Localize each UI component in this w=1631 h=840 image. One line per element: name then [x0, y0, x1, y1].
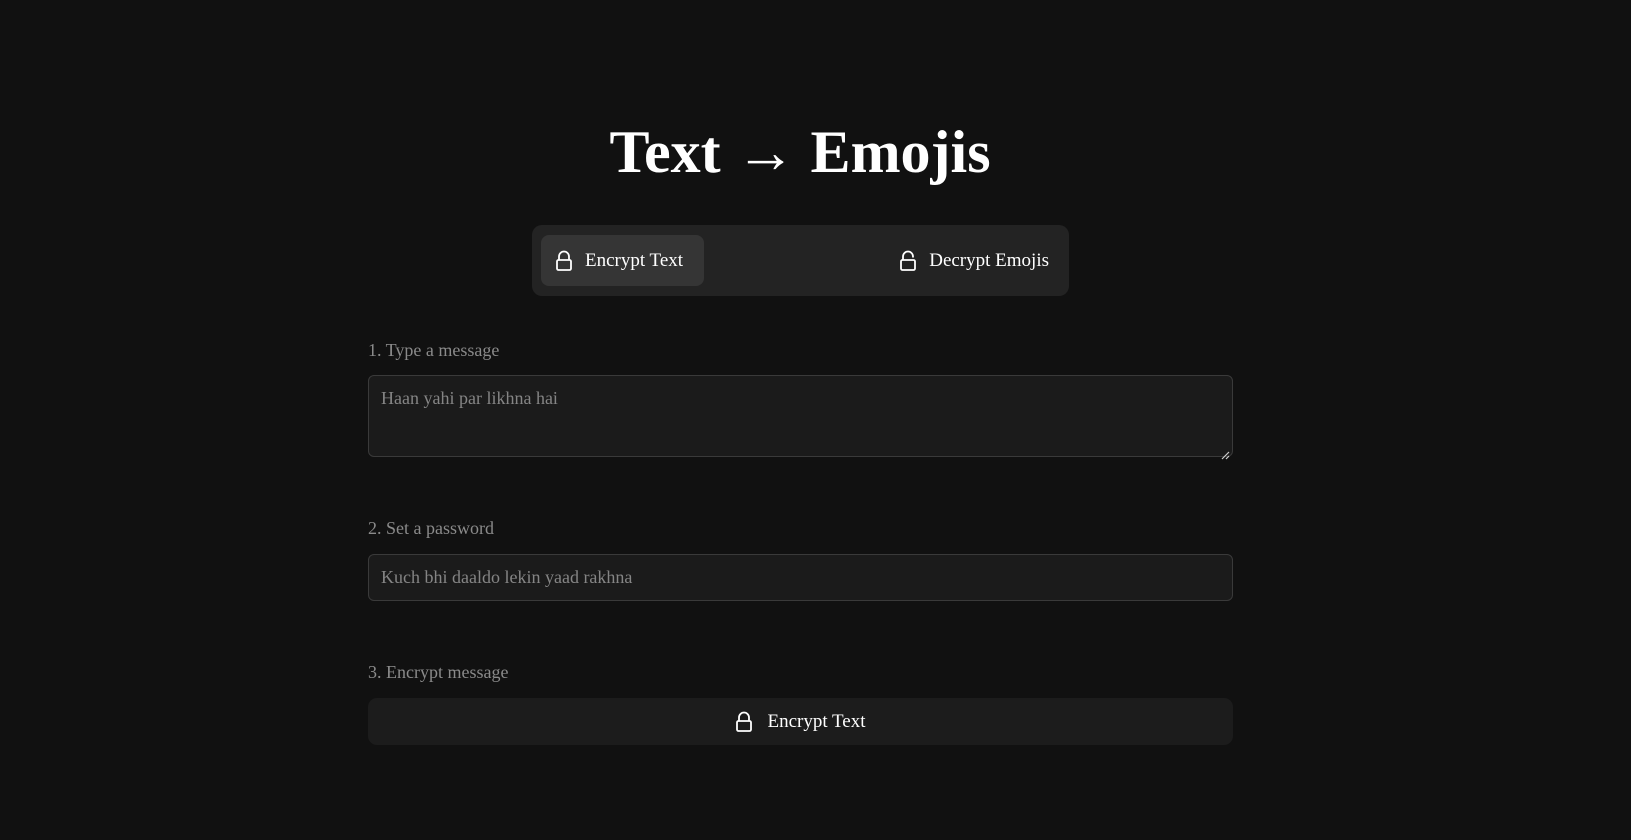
message-step-label: 1. Type a message — [368, 340, 500, 360]
tab-encrypt-text-label: Encrypt Text — [585, 249, 684, 271]
encrypt-step-label: 3. Encrypt message — [368, 662, 509, 682]
encrypt-text-button[interactable]: Encrypt Text — [368, 698, 1233, 745]
page-title: Text → Emojis — [609, 119, 991, 185]
encrypt-text-button-label: Encrypt Text — [767, 710, 866, 732]
lock-open-icon — [899, 250, 917, 272]
tab-encrypt-text[interactable]: Encrypt Text — [541, 235, 704, 286]
mode-switch: Encrypt Text Decrypt Emojis — [532, 225, 1069, 296]
password-placeholder: Kuch bhi daaldo lekin yaad rakhna — [381, 567, 633, 587]
password-step-label: 2. Set a password — [368, 518, 494, 538]
resize-handle-icon[interactable] — [1220, 444, 1230, 460]
password-input[interactable]: Kuch bhi daaldo lekin yaad rakhna — [368, 554, 1233, 601]
lock-closed-icon — [555, 250, 573, 272]
lock-closed-icon — [735, 711, 753, 733]
app-page: Text → Emojis Encrypt Text Decrypt Emoji… — [0, 0, 1631, 840]
message-placeholder: Haan yahi par likhna hai — [381, 388, 558, 408]
tab-decrypt-emojis[interactable]: Decrypt Emojis — [871, 235, 1061, 286]
message-textarea[interactable]: Haan yahi par likhna hai — [368, 375, 1233, 460]
tab-decrypt-emojis-label: Decrypt Emojis — [929, 249, 1049, 271]
